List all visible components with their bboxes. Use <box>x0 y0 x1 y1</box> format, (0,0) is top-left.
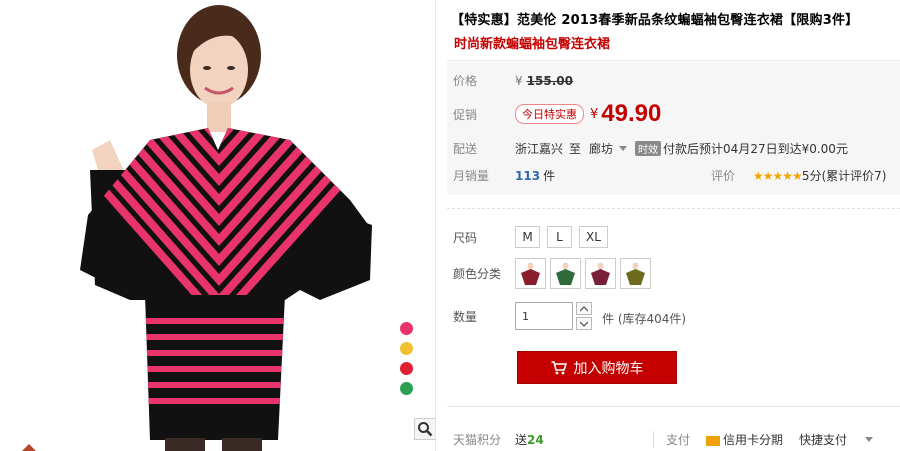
rating-text[interactable]: 5分(累计评价7) <box>802 167 887 184</box>
color-option-2[interactable] <box>550 258 581 289</box>
color-option-1[interactable] <box>515 258 546 289</box>
promo-price: 49.90 <box>601 100 662 127</box>
payment-row: 支付 信用卡分期 快捷支付 <box>653 431 881 448</box>
points-row: 天猫积分 送 24 <box>453 431 544 448</box>
color-row: 颜色分类 <box>453 258 655 289</box>
color-option-3[interactable] <box>585 258 616 289</box>
color-option-4[interactable] <box>620 258 651 289</box>
points-label: 天猫积分 <box>453 433 502 447</box>
monthly-sales-count: 113 <box>515 168 541 183</box>
shipping-destination: 廊坊 <box>589 142 614 156</box>
shipping-from: 浙江嘉兴 <box>515 142 564 156</box>
quick-pay[interactable]: 快捷支付 <box>799 431 847 448</box>
color-thumbnail <box>556 262 575 285</box>
monthly-sales-unit: 件 <box>543 169 556 183</box>
promo-label: 促销 <box>453 107 478 122</box>
shipping-to-word: 至 <box>569 142 582 156</box>
add-to-cart-label: 加入购物车 <box>573 360 644 377</box>
chevron-down-icon <box>619 146 628 151</box>
product-title: 【特实惠】范美伦 2013春季新品条纹蝙蝠袖包臀连衣裙【限购3件】 <box>451 13 859 28</box>
color-dot-pink[interactable] <box>400 322 413 335</box>
currency-symbol: ¥ <box>515 73 523 88</box>
payment-label: 支付 <box>653 431 690 448</box>
product-subtitle: 时尚新款蝙蝠袖包臀连衣裙 <box>454 37 611 52</box>
size-option-l[interactable]: L <box>547 226 572 248</box>
delivery-time-badge: 时效 <box>635 141 662 156</box>
promo-tag: 今日特实惠 <box>515 104 584 124</box>
color-dot-yellow[interactable] <box>400 342 413 355</box>
color-dot-green[interactable] <box>400 382 413 395</box>
product-info-panel: 【特实惠】范美伦 2013春季新品条纹蝙蝠袖包臀连衣裙【限购3件】 时尚新款蝙蝠… <box>437 0 900 451</box>
rating-label: 评价 <box>711 169 736 183</box>
product-gallery <box>0 0 436 451</box>
color-thumbnail <box>626 262 645 285</box>
magnifier-icon <box>418 422 433 437</box>
thumbnail-arrow-icon[interactable] <box>22 444 36 451</box>
credit-card-icon <box>706 435 721 446</box>
rating-row: 评价 ★★★★★ 5分(累计评价7) <box>711 167 886 184</box>
size-option-xl[interactable]: XL <box>579 226 608 248</box>
chevron-up-icon <box>580 305 588 311</box>
points-prefix: 送 <box>515 433 528 447</box>
quantity-input[interactable]: 1 <box>515 302 573 330</box>
color-thumbnail <box>591 262 610 285</box>
promo-currency-symbol: ¥ <box>590 106 599 122</box>
zoom-button[interactable] <box>414 418 435 440</box>
monthly-sales-label: 月销量 <box>453 169 490 183</box>
cart-icon <box>551 360 567 374</box>
rating-stars: ★★★★★ <box>753 168 803 183</box>
original-price-row: 价格 ¥ 155.00 <box>453 72 573 89</box>
size-option-m[interactable]: M <box>515 226 540 248</box>
quantity-value: 1 <box>522 309 529 323</box>
product-photo <box>80 5 372 451</box>
shipping-label: 配送 <box>453 142 478 156</box>
divider <box>447 406 900 407</box>
credit-card-installment[interactable]: 信用卡分期 <box>723 431 783 448</box>
gallery-color-dots <box>400 322 413 402</box>
quantity-decrease-button[interactable] <box>576 317 592 330</box>
sales-row: 月销量 113 件 <box>453 167 555 184</box>
original-price: 155.00 <box>526 73 573 88</box>
color-thumbnail <box>521 262 540 285</box>
chevron-down-icon[interactable] <box>865 437 874 442</box>
shipping-row: 配送 浙江嘉兴 至 廊坊 时效 付款后预计04月27日到达¥0.00元 <box>453 140 848 157</box>
original-price-label: 价格 <box>453 74 478 88</box>
quantity-increase-button[interactable] <box>576 302 592 315</box>
shipping-destination-select[interactable]: 廊坊 <box>587 140 635 157</box>
quantity-row: 数量 1 件 (库存404件) <box>453 302 686 330</box>
size-row: 尺码 M L XL <box>453 226 615 248</box>
chevron-down-icon <box>580 321 588 327</box>
size-label: 尺码 <box>453 230 478 245</box>
add-to-cart-button[interactable]: 加入购物车 <box>517 351 677 384</box>
color-dot-red[interactable] <box>400 362 413 375</box>
quantity-stepper <box>576 302 592 330</box>
promo-price-row: 促销 今日特实惠 ¥ 49.90 <box>453 100 661 128</box>
shipping-info: 付款后预计04月27日到达¥0.00元 <box>663 142 848 156</box>
points-value: 24 <box>527 432 544 447</box>
stock-info: 件 (库存404件) <box>602 312 687 326</box>
divider <box>447 208 900 209</box>
quantity-label: 数量 <box>453 310 478 324</box>
color-label: 颜色分类 <box>453 267 502 281</box>
